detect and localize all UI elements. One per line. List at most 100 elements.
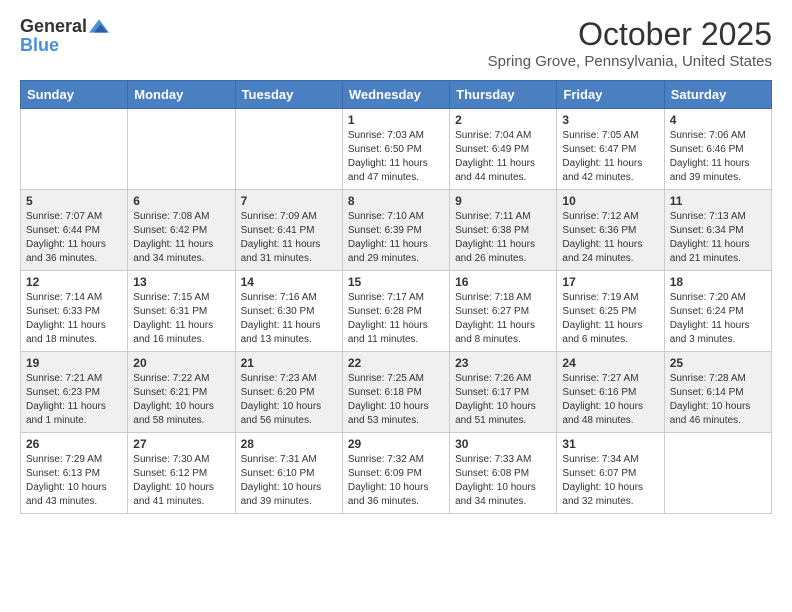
day-number: 7: [241, 194, 337, 208]
day-info: Sunrise: 7:06 AM Sunset: 6:46 PM Dayligh…: [670, 129, 766, 185]
day-info: Sunrise: 7:05 AM Sunset: 6:47 PM Dayligh…: [562, 129, 658, 185]
day-number: 14: [241, 275, 337, 289]
day-info: Sunrise: 7:21 AM Sunset: 6:23 PM Dayligh…: [26, 372, 122, 428]
calendar-cell: 10 Sunrise: 7:12 AM Sunset: 6:36 PM Dayli…: [557, 190, 664, 271]
calendar-cell: 9 Sunrise: 7:11 AM Sunset: 6:38 PM Daylig…: [450, 190, 557, 271]
calendar-cell: 11 Sunrise: 7:13 AM Sunset: 6:34 PM Dayli…: [664, 190, 771, 271]
day-info: Sunrise: 7:18 AM Sunset: 6:27 PM Dayligh…: [455, 291, 551, 347]
calendar-cell: 6Sunrise: 7:08 AM Sunset: 6:42 PM Daylig…: [128, 190, 235, 271]
day-number: 16: [455, 275, 551, 289]
day-info: Sunrise: 7:14 AM Sunset: 6:33 PM Dayligh…: [26, 291, 122, 347]
calendar-cell: 20 Sunrise: 7:22 AM Sunset: 6:21 PM Dayli…: [128, 352, 235, 433]
day-info: Sunrise: 7:20 AM Sunset: 6:24 PM Dayligh…: [670, 291, 766, 347]
calendar-cell: 12 Sunrise: 7:14 AM Sunset: 6:33 PM Dayli…: [21, 271, 128, 352]
calendar-cell: 30 Sunrise: 7:33 AM Sunset: 6:08 PM Dayli…: [450, 433, 557, 514]
day-number: 11: [670, 194, 766, 208]
day-info: Sunrise: 7:13 AM Sunset: 6:34 PM Dayligh…: [670, 210, 766, 266]
day-number: 21: [241, 356, 337, 370]
day-number: 2: [455, 113, 551, 127]
day-info: Sunrise: 7:27 AM Sunset: 6:16 PM Dayligh…: [562, 372, 658, 428]
day-number: 1: [348, 113, 444, 127]
day-info: Sunrise: 7:34 AM Sunset: 6:07 PM Dayligh…: [562, 453, 658, 509]
weekday-header-row: SundayMondayTuesdayWednesdayThursdayFrid…: [21, 81, 772, 109]
calendar-cell: 25 Sunrise: 7:28 AM Sunset: 6:14 PM Dayli…: [664, 352, 771, 433]
day-info: Sunrise: 7:11 AM Sunset: 6:38 PM Dayligh…: [455, 210, 551, 266]
calendar-cell: 15 Sunrise: 7:17 AM Sunset: 6:28 PM Dayli…: [342, 271, 449, 352]
calendar-cell: 7 Sunrise: 7:09 AM Sunset: 6:41 PM Daylig…: [235, 190, 342, 271]
calendar-table: SundayMondayTuesdayWednesdayThursdayFrid…: [20, 80, 772, 514]
weekday-header-thursday: Thursday: [450, 81, 557, 109]
weekday-header-saturday: Saturday: [664, 81, 771, 109]
day-info: Sunrise: 7:32 AM Sunset: 6:09 PM Dayligh…: [348, 453, 444, 509]
day-info: Sunrise: 7:23 AM Sunset: 6:20 PM Dayligh…: [241, 372, 337, 428]
day-info: Sunrise: 7:09 AM Sunset: 6:41 PM Dayligh…: [241, 210, 337, 266]
calendar-cell: 31 Sunrise: 7:34 AM Sunset: 6:07 PM Dayli…: [557, 433, 664, 514]
day-info: Sunrise: 7:33 AM Sunset: 6:08 PM Dayligh…: [455, 453, 551, 509]
calendar-cell: 14 Sunrise: 7:16 AM Sunset: 6:30 PM Dayli…: [235, 271, 342, 352]
day-info: Sunrise: 7:12 AM Sunset: 6:36 PM Dayligh…: [562, 210, 658, 266]
day-info: Sunrise: 7:19 AM Sunset: 6:25 PM Dayligh…: [562, 291, 658, 347]
day-info: Sunrise: 7:03 AM Sunset: 6:50 PM Dayligh…: [348, 129, 444, 185]
day-info: Sunrise: 7:25 AM Sunset: 6:18 PM Dayligh…: [348, 372, 444, 428]
day-number: 24: [562, 356, 658, 370]
weekday-header-tuesday: Tuesday: [235, 81, 342, 109]
day-number: 8: [348, 194, 444, 208]
day-number: 20: [133, 356, 229, 370]
day-number: 18: [670, 275, 766, 289]
calendar-cell: [21, 109, 128, 190]
day-info: Sunrise: 7:26 AM Sunset: 6:17 PM Dayligh…: [455, 372, 551, 428]
day-number: 29: [348, 437, 444, 451]
title-area: October 2025 Spring Grove, Pennsylvania,…: [488, 16, 772, 70]
calendar-cell: 28 Sunrise: 7:31 AM Sunset: 6:10 PM Dayli…: [235, 433, 342, 514]
day-number: 31: [562, 437, 658, 451]
day-number: 25: [670, 356, 766, 370]
calendar-cell: 1 Sunrise: 7:03 AM Sunset: 6:50 PM Daylig…: [342, 109, 449, 190]
weekday-header-wednesday: Wednesday: [342, 81, 449, 109]
calendar-cell: 5 Sunrise: 7:07 AM Sunset: 6:44 PM Daylig…: [21, 190, 128, 271]
month-title: October 2025: [488, 16, 772, 53]
location-title: Spring Grove, Pennsylvania, United State…: [488, 53, 772, 70]
day-info: Sunrise: 7:04 AM Sunset: 6:49 PM Dayligh…: [455, 129, 551, 185]
calendar-cell: 23Sunrise: 7:26 AM Sunset: 6:17 PM Dayli…: [450, 352, 557, 433]
day-number: 15: [348, 275, 444, 289]
calendar-cell: 16 Sunrise: 7:18 AM Sunset: 6:27 PM Dayli…: [450, 271, 557, 352]
day-number: 5: [26, 194, 122, 208]
week-row-2: 5 Sunrise: 7:07 AM Sunset: 6:44 PM Daylig…: [21, 190, 772, 271]
logo-blue: Blue: [20, 36, 59, 54]
day-number: 3: [562, 113, 658, 127]
calendar-cell: 2 Sunrise: 7:04 AM Sunset: 6:49 PM Daylig…: [450, 109, 557, 190]
day-number: 12: [26, 275, 122, 289]
day-number: 30: [455, 437, 551, 451]
day-info: Sunrise: 7:31 AM Sunset: 6:10 PM Dayligh…: [241, 453, 337, 509]
day-info: Sunrise: 7:30 AM Sunset: 6:12 PM Dayligh…: [133, 453, 229, 509]
day-info: Sunrise: 7:08 AM Sunset: 6:42 PM Dayligh…: [133, 210, 229, 266]
day-number: 28: [241, 437, 337, 451]
day-info: Sunrise: 7:22 AM Sunset: 6:21 PM Dayligh…: [133, 372, 229, 428]
calendar-cell: 19Sunrise: 7:21 AM Sunset: 6:23 PM Dayli…: [21, 352, 128, 433]
day-number: 13: [133, 275, 229, 289]
day-number: 10: [562, 194, 658, 208]
calendar-cell: [235, 109, 342, 190]
day-info: Sunrise: 7:28 AM Sunset: 6:14 PM Dayligh…: [670, 372, 766, 428]
logo-general: General: [20, 17, 87, 35]
day-info: Sunrise: 7:29 AM Sunset: 6:13 PM Dayligh…: [26, 453, 122, 509]
day-info: Sunrise: 7:10 AM Sunset: 6:39 PM Dayligh…: [348, 210, 444, 266]
calendar-cell: 22Sunrise: 7:25 AM Sunset: 6:18 PM Dayli…: [342, 352, 449, 433]
calendar-cell: 29 Sunrise: 7:32 AM Sunset: 6:09 PM Dayli…: [342, 433, 449, 514]
week-row-3: 12 Sunrise: 7:14 AM Sunset: 6:33 PM Dayli…: [21, 271, 772, 352]
calendar-cell: 17Sunrise: 7:19 AM Sunset: 6:25 PM Dayli…: [557, 271, 664, 352]
weekday-header-sunday: Sunday: [21, 81, 128, 109]
calendar-cell: 27 Sunrise: 7:30 AM Sunset: 6:12 PM Dayli…: [128, 433, 235, 514]
day-info: Sunrise: 7:17 AM Sunset: 6:28 PM Dayligh…: [348, 291, 444, 347]
day-info: Sunrise: 7:07 AM Sunset: 6:44 PM Dayligh…: [26, 210, 122, 266]
day-number: 9: [455, 194, 551, 208]
week-row-4: 19Sunrise: 7:21 AM Sunset: 6:23 PM Dayli…: [21, 352, 772, 433]
day-number: 4: [670, 113, 766, 127]
day-number: 27: [133, 437, 229, 451]
day-info: Sunrise: 7:16 AM Sunset: 6:30 PM Dayligh…: [241, 291, 337, 347]
calendar-cell: 26 Sunrise: 7:29 AM Sunset: 6:13 PM Dayli…: [21, 433, 128, 514]
calendar-cell: 8 Sunrise: 7:10 AM Sunset: 6:39 PM Daylig…: [342, 190, 449, 271]
calendar-cell: [664, 433, 771, 514]
day-number: 26: [26, 437, 122, 451]
calendar-cell: [128, 109, 235, 190]
